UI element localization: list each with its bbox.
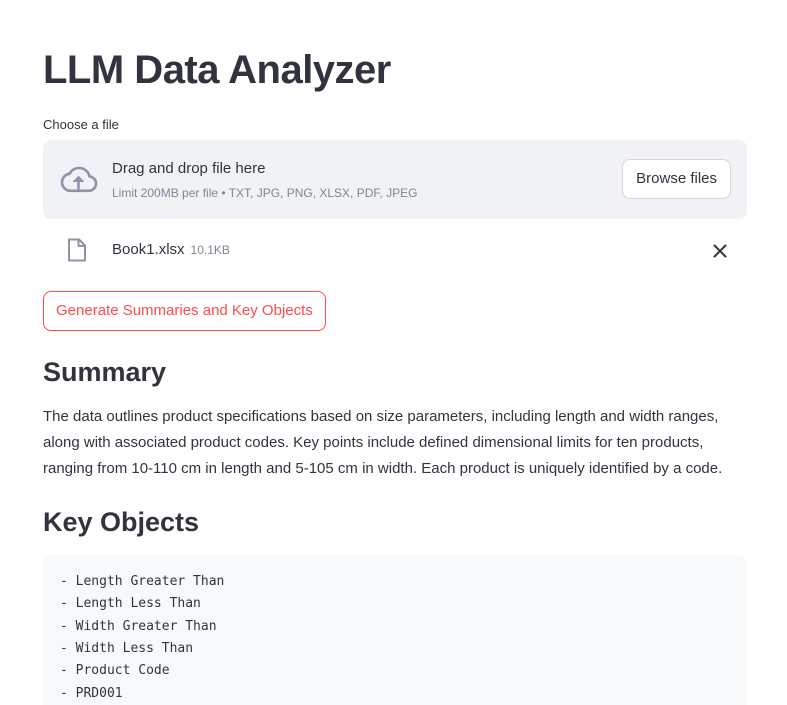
app-page: LLM Data Analyzer Choose a file Drag and… <box>0 0 787 705</box>
code-line: - Length Less Than <box>60 596 201 611</box>
file-dropzone[interactable]: Drag and drop file here Limit 200MB per … <box>43 140 747 219</box>
dropzone-limit-text: Limit 200MB per file • TXT, JPG, PNG, XL… <box>112 186 418 200</box>
code-line: - Width Greater Than <box>60 619 217 634</box>
summary-heading: Summary <box>43 357 167 387</box>
page-title: LLM Data Analyzer <box>43 48 391 92</box>
browse-files-button[interactable]: Browse files <box>622 159 731 199</box>
file-name-text: Book1.xlsx <box>112 241 185 258</box>
dropzone-title: Drag and drop file here <box>112 160 266 177</box>
close-icon[interactable] <box>709 240 731 262</box>
uploaded-file-item: Book1.xlsx 10.1KB <box>43 232 747 270</box>
file-icon <box>68 238 86 262</box>
code-line: - Product Code <box>60 663 170 678</box>
file-size: 10.1KB <box>190 243 230 257</box>
code-line: - PRD001 <box>60 686 123 701</box>
key-objects-heading: Key Objects <box>43 507 200 537</box>
cloud-upload-icon <box>60 166 98 193</box>
summary-text: The data outlines product specifications… <box>43 408 723 477</box>
code-line: - Length Greater Than <box>60 574 225 589</box>
key-objects-code-block: - Length Greater Than - Length Less Than… <box>43 555 747 705</box>
file-name: Book1.xlsx 10.1KB <box>112 240 230 260</box>
file-uploader-label: Choose a file <box>43 117 119 132</box>
generate-summaries-button[interactable]: Generate Summaries and Key Objects <box>43 291 326 331</box>
code-line: - Width Less Than <box>60 641 194 656</box>
